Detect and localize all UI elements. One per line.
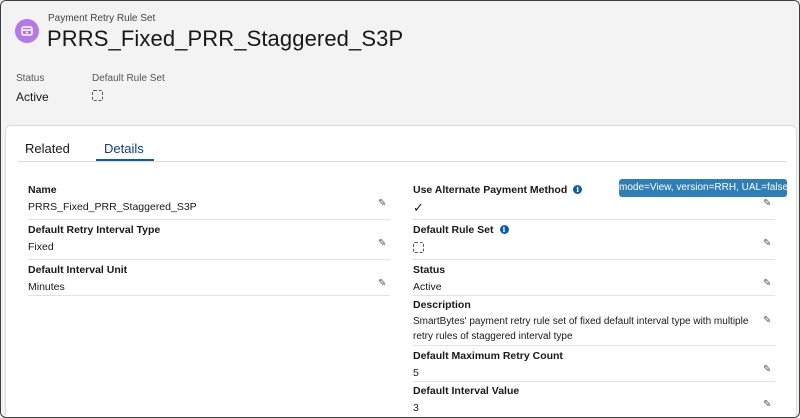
field-divider [413,259,775,260]
field-label: Status [413,264,446,276]
field-label: Default Rule Set [413,224,494,236]
field-default-rule-set: Default Rule Set i ✎ [413,224,775,260]
highlight-status: Status Active [16,73,49,104]
field-value: 5 [413,367,419,379]
field-default-maximum-retry-count: Default Maximum Retry Count 5 ✎ [413,350,775,384]
pencil-icon[interactable]: ✎ [763,316,773,326]
debug-mode-badge: mode=View, version=RRH, UAL=false [619,179,788,197]
tab-details[interactable]: Details [104,141,144,156]
field-value: 3 [413,402,419,414]
pencil-icon[interactable]: ✎ [378,279,388,289]
record-title: PRRS_Fixed_PRR_Staggered_S3P [47,26,404,51]
pencil-icon[interactable]: ✎ [763,239,773,249]
field-label: Use Alternate Payment Method [413,184,568,196]
unchecked-checkbox-icon [413,242,424,253]
checkmark-icon: ✓ [413,200,424,215]
field-divider [28,259,390,260]
field-label-wrap: Default Rule Set i [413,224,509,236]
pencil-icon[interactable]: ✎ [763,199,773,209]
field-value: Active [413,281,442,293]
field-value: Fixed [28,241,54,253]
tab-divider [18,161,786,162]
field-divider [28,295,390,296]
field-status: Status Active ✎ [413,264,775,298]
field-value-line-1: SmartBytes' payment retry rule set of fi… [413,316,749,327]
tab-related[interactable]: Related [25,141,70,156]
field-default-retry-interval-type: Default Retry Interval Type Fixed ✎ [28,224,390,260]
field-label: Description [413,299,471,311]
field-divider [28,219,390,220]
field-label: Default Maximum Retry Count [413,350,563,362]
tab-bar: Related Details [6,126,796,162]
field-label: Default Interval Value [413,385,520,397]
field-divider [413,219,775,220]
info-icon[interactable]: i [573,185,583,194]
field-value-line-2: retry rules of staggered interval type [413,331,573,342]
field-label-wrap: Use Alternate Payment Method i [413,184,583,196]
payment-retry-rule-set-icon [15,19,39,43]
field-divider [413,381,775,382]
field-value: Minutes [28,281,65,293]
highlight-default-rule-set-value [92,90,165,104]
highlight-default-rule-set-label: Default Rule Set [92,73,165,84]
object-type-label: Payment Retry Rule Set [48,13,156,24]
record-header: Payment Retry Rule Set PRRS_Fixed_PRR_St… [1,1,799,123]
field-value: PRRS_Fixed_PRR_Staggered_S3P [28,201,197,213]
field-divider [413,345,775,346]
field-default-interval-unit: Default Interval Unit Minutes ✎ [28,264,390,298]
field-default-interval-value: Default Interval Value 3 ✎ [413,385,775,417]
field-name: Name PRRS_Fixed_PRR_Staggered_S3P ✎ [28,184,390,220]
field-label: Default Retry Interval Type [28,224,161,236]
field-divider [413,295,775,296]
highlight-status-value: Active [16,90,49,104]
field-value [413,242,424,256]
pencil-icon[interactable]: ✎ [378,199,388,209]
highlight-status-label: Status [16,73,45,84]
record-page: Payment Retry Rule Set PRRS_Fixed_PRR_St… [0,0,800,418]
field-label: Default Interval Unit [28,264,128,276]
pencil-icon[interactable]: ✎ [763,279,773,289]
highlight-default-rule-set: Default Rule Set [92,73,165,104]
field-description: Description SmartBytes' payment retry ru… [413,299,775,347]
pencil-icon[interactable]: ✎ [763,400,773,410]
pencil-icon[interactable]: ✎ [763,365,773,375]
unchecked-checkbox-icon [92,90,103,101]
field-label: Name [28,184,57,196]
pencil-icon[interactable]: ✎ [378,239,388,249]
info-icon[interactable]: i [499,225,509,234]
